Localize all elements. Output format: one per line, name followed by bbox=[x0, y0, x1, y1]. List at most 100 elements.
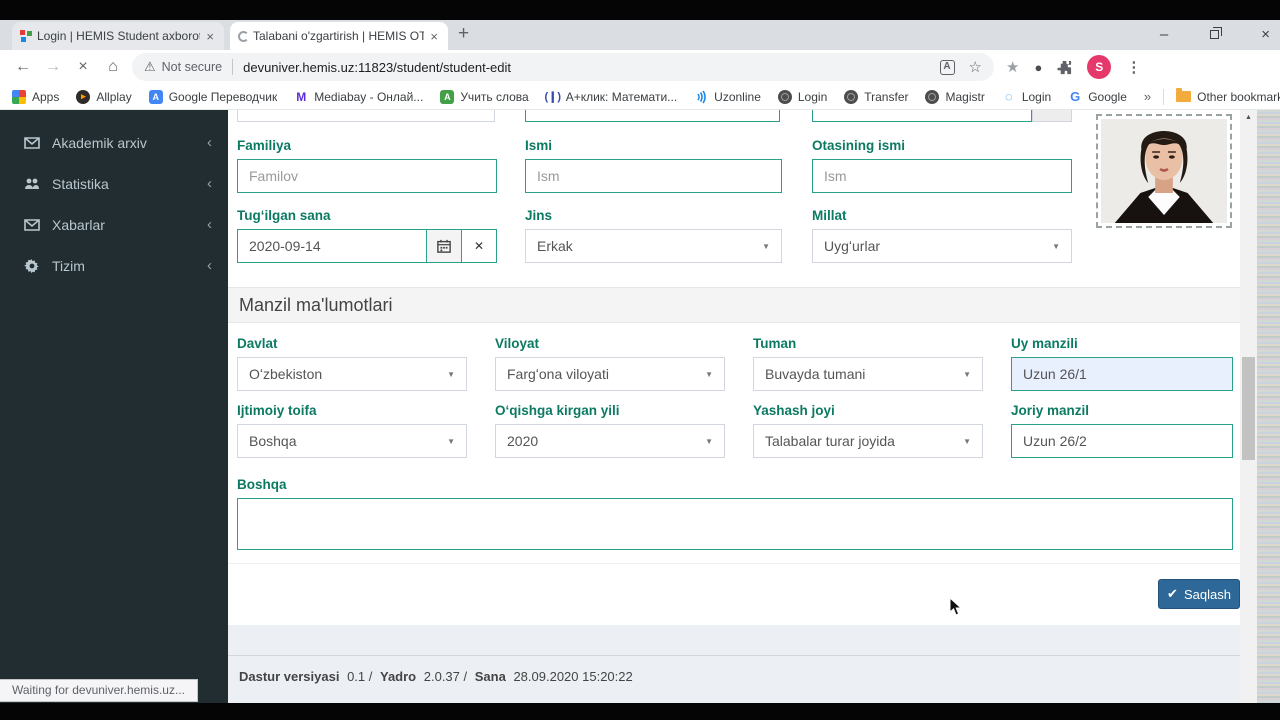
otasining-ismi-input[interactable] bbox=[812, 159, 1072, 193]
uy-manzili-input[interactable] bbox=[1011, 357, 1233, 391]
sidebar: Akademik arxiv ‹ Statistika ‹ Xabarlar ‹… bbox=[0, 110, 228, 703]
bookmark-magistr[interactable]: Magistr bbox=[925, 89, 985, 104]
field-label: Ijtimoiy toifa bbox=[237, 403, 317, 418]
field-otasining-ismi: Otasining ismi bbox=[812, 138, 1072, 193]
bookmark-star-icon[interactable]: ☆ bbox=[969, 58, 982, 76]
field-millat: Millat Uygʻurlar ▼ bbox=[812, 208, 1072, 263]
tab-close-icon[interactable]: × bbox=[428, 29, 440, 44]
tab-close-icon[interactable]: × bbox=[204, 29, 216, 44]
yashash-joyi-select[interactable]: Talabalar turar joyida ▼ bbox=[753, 424, 983, 458]
bookmark-label: Google Переводчик bbox=[168, 89, 278, 104]
familiya-input[interactable] bbox=[237, 159, 497, 193]
omnibox-right-icons: A ☆ bbox=[939, 58, 982, 76]
student-photo[interactable] bbox=[1096, 114, 1232, 228]
stop-icon[interactable]: × bbox=[68, 58, 98, 76]
apps-grid-icon bbox=[12, 89, 26, 104]
envelope-icon bbox=[24, 135, 40, 151]
extensions-puzzle-icon[interactable] bbox=[1057, 60, 1072, 75]
save-button-label: Saqlash bbox=[1183, 586, 1231, 602]
ijtimoiy-toifa-select[interactable]: Boshqa ▼ bbox=[237, 424, 467, 458]
calendar-button[interactable] bbox=[426, 230, 461, 262]
millat-select[interactable]: Uygʻurlar ▼ bbox=[812, 229, 1072, 263]
oqishga-kirgan-yili-select[interactable]: 2020 ▼ bbox=[495, 424, 725, 458]
scrollbar-thumb[interactable] bbox=[1242, 357, 1255, 460]
bookmark-uzonline[interactable]: Uzonline bbox=[694, 89, 761, 104]
bookmark-uchit-slova[interactable]: A Учить слова bbox=[440, 89, 529, 104]
jins-select[interactable]: Erkak ▼ bbox=[525, 229, 782, 263]
sidebar-item-tizim[interactable]: Tizim ‹ bbox=[0, 245, 228, 286]
other-bookmarks-button[interactable]: Other bookmarks bbox=[1176, 88, 1280, 104]
select-value: Fargʻona viloyati bbox=[507, 366, 609, 382]
bookmark-label: Login bbox=[1021, 89, 1052, 104]
tab-title: Login | HEMIS Student axborot ti bbox=[37, 29, 201, 43]
back-icon[interactable]: ← bbox=[8, 58, 38, 76]
close-window-button[interactable]: × bbox=[1261, 26, 1270, 43]
partial-input-addon[interactable] bbox=[1032, 110, 1072, 122]
bookmark-allplay[interactable]: ▸ Allplay bbox=[76, 89, 132, 104]
select-value: Erkak bbox=[537, 238, 573, 254]
translate-icon[interactable]: A bbox=[939, 59, 955, 75]
extension-star-icon[interactable]: ★ bbox=[1006, 58, 1019, 76]
restore-button[interactable] bbox=[1210, 26, 1223, 39]
bookmark-mediabay[interactable]: M Mediabay - Онлай... bbox=[294, 89, 423, 104]
bookmarks-separator bbox=[1163, 88, 1165, 105]
tab-talabani-ozgartirish[interactable]: Talabani o'zgartirish | HEMIS OTM × bbox=[230, 22, 448, 50]
ismi-input[interactable] bbox=[525, 159, 782, 193]
joriy-manzil-input[interactable] bbox=[1011, 424, 1233, 458]
sidebar-item-statistika[interactable]: Statistika ‹ bbox=[0, 163, 228, 204]
bookmark-apps[interactable]: Apps bbox=[12, 89, 59, 104]
bookmark-google-translate[interactable]: A Google Переводчик bbox=[148, 89, 278, 104]
boshqa-textarea[interactable] bbox=[237, 498, 1233, 550]
sidebar-item-label: Tizim bbox=[52, 257, 85, 274]
top-black-bar bbox=[0, 0, 1280, 20]
address-bar[interactable]: ⚠ Not secure devuniver.hemis.uz:11823/st… bbox=[132, 53, 994, 81]
scrollbar-up-arrow[interactable]: ▲ bbox=[1240, 110, 1257, 125]
minimize-button[interactable]: – bbox=[1160, 26, 1168, 43]
bookmark-label: Uzonline bbox=[714, 89, 761, 104]
viloyat-select[interactable]: Fargʻona viloyati ▼ bbox=[495, 357, 725, 391]
field-familiya: Familiya bbox=[237, 138, 497, 193]
field-tuman: Tuman Buvayda tumani ▼ bbox=[753, 336, 983, 391]
date-input-group: ✕ bbox=[237, 229, 497, 263]
field-joriy-manzil: Joriy manzil bbox=[1011, 403, 1233, 458]
chevron-down-icon: ▼ bbox=[447, 369, 455, 379]
davlat-select[interactable]: Oʻzbekiston ▼ bbox=[237, 357, 467, 391]
tugilgan-sana-input[interactable] bbox=[238, 230, 426, 262]
chevron-left-icon: ‹ bbox=[207, 257, 212, 274]
security-indicator[interactable]: ⚠ Not secure bbox=[144, 59, 222, 75]
chevron-down-icon: ▼ bbox=[1052, 241, 1060, 251]
page-scrollbar[interactable]: ▲ bbox=[1240, 110, 1257, 703]
field-label: Familiya bbox=[237, 138, 292, 153]
bookmark-transfer[interactable]: Transfer bbox=[844, 89, 908, 104]
bookmark-login-2[interactable]: ◌ Login bbox=[1001, 89, 1052, 104]
forward-icon[interactable]: → bbox=[38, 58, 68, 76]
partial-input-3[interactable] bbox=[812, 110, 1032, 122]
home-icon[interactable]: ⌂ bbox=[98, 58, 128, 76]
sidebar-item-label: Statistika bbox=[52, 175, 109, 192]
url-text[interactable]: devuniver.hemis.uz:11823/student/student… bbox=[243, 60, 511, 75]
partial-input-2[interactable] bbox=[525, 110, 780, 122]
bookmark-aklik[interactable]: (❙) А+клик: Математи... bbox=[544, 89, 677, 104]
bookmark-label: Login bbox=[797, 89, 828, 104]
chevron-left-icon: ‹ bbox=[207, 134, 212, 151]
tab-title: Talabani o'zgartirish | HEMIS OTM bbox=[253, 29, 425, 43]
footer-value: 28.09.2020 15:20:22 bbox=[513, 669, 633, 684]
sidebar-item-xabarlar[interactable]: Xabarlar ‹ bbox=[0, 204, 228, 245]
allplay-icon: ▸ bbox=[76, 89, 91, 104]
tuman-select[interactable]: Buvayda tumani ▼ bbox=[753, 357, 983, 391]
clear-date-button[interactable]: ✕ bbox=[461, 230, 496, 262]
bookmarks-overflow-icon[interactable]: » bbox=[1144, 89, 1151, 104]
bookmark-login-1[interactable]: Login bbox=[777, 89, 828, 104]
select-value: Oʻzbekiston bbox=[249, 366, 323, 382]
profile-avatar[interactable]: S bbox=[1087, 55, 1112, 79]
bookmark-google[interactable]: G Google bbox=[1068, 89, 1127, 104]
extension-circle-icon[interactable]: ● bbox=[1034, 60, 1042, 75]
sidebar-item-akademik-arxiv[interactable]: Akademik arxiv ‹ bbox=[0, 122, 228, 163]
select-value: Boshqa bbox=[249, 433, 297, 449]
save-button[interactable]: ✔ Saqlash bbox=[1158, 579, 1240, 609]
uzonline-waves-icon bbox=[694, 89, 709, 104]
new-tab-button[interactable]: + bbox=[458, 23, 469, 45]
tab-login-hemis[interactable]: Login | HEMIS Student axborot ti × bbox=[12, 22, 224, 50]
partial-input-1[interactable] bbox=[237, 110, 495, 122]
browser-menu-icon[interactable]: ⋮ bbox=[1126, 58, 1141, 76]
